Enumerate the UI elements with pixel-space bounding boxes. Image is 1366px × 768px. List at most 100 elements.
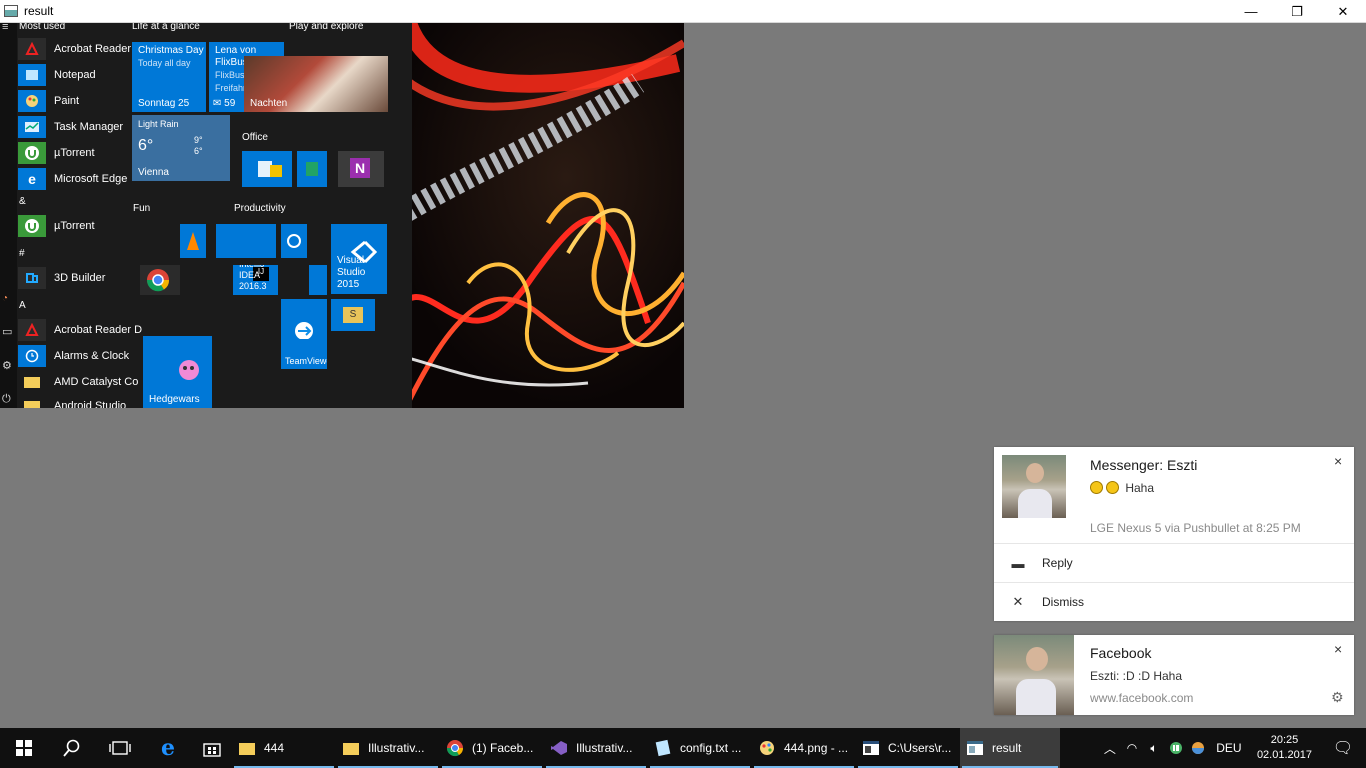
dismiss-button[interactable]: ✕ Dismiss [994, 582, 1354, 621]
volume-icon[interactable]: 🔈︎ [1143, 741, 1165, 756]
tile-teamviewer[interactable]: TeamViewer [281, 299, 327, 369]
app-label: µTorrent [54, 220, 95, 232]
app-android-studio[interactable]: Android Studio [18, 395, 142, 408]
tile-excel[interactable] [297, 151, 327, 187]
window-title-bar: result — ❐ ✕ [0, 0, 1366, 23]
taskbar-app-notepad[interactable]: config.txt ... [648, 728, 752, 768]
taskbar-app-result[interactable]: result [960, 728, 1060, 768]
taskbar-app-visual-studio[interactable]: Illustrativ... [544, 728, 648, 768]
reply-button[interactable]: ▬ Reply [994, 543, 1354, 582]
window-title: result [24, 4, 54, 18]
app-utorrent-2[interactable]: µTorrent [18, 215, 142, 237]
tile-calendar[interactable]: Christmas Day Today all day Sonntag 25 [132, 42, 206, 112]
folder-icon [18, 371, 46, 393]
calendar-date: Sonntag 25 [138, 98, 190, 109]
folder-icon [18, 395, 46, 408]
close-notification-button[interactable]: × [1334, 453, 1342, 469]
app-task-manager[interactable]: Task Manager [18, 116, 142, 138]
tile-group-play: Play and explore [289, 23, 364, 32]
sender-avatar [1002, 455, 1066, 518]
taskbar-app-444[interactable]: 444 [232, 728, 336, 768]
tile-weather[interactable]: Light Rain 6° 9° 6° Vienna [132, 115, 230, 181]
alarm-icon [18, 345, 46, 367]
laughing-emoji-icon [1090, 481, 1103, 494]
pushbullet-icon[interactable] [1165, 741, 1187, 755]
app-alarms-clock[interactable]: Alarms & Clock [18, 345, 142, 367]
tile-teamviewer-small[interactable] [281, 224, 307, 258]
search-button[interactable] [48, 728, 96, 768]
taskbar-app-explorer[interactable]: Illustrativ... [336, 728, 440, 768]
tile-photos[interactable]: Nachten [244, 56, 388, 112]
notification-messenger[interactable]: Messenger: Eszti Haha LGE Nexus 5 via Pu… [994, 447, 1354, 621]
onedrive-icon[interactable] [1187, 741, 1209, 755]
app-label: Paint [54, 95, 80, 107]
taskbar-app-label: config.txt ... [680, 741, 742, 755]
clock[interactable]: 20:25 02.01.2017 [1249, 733, 1320, 763]
tile-app-small[interactable] [216, 224, 276, 258]
clock-date: 02.01.2017 [1256, 749, 1312, 761]
tile-group-productivity: Productivity [234, 203, 286, 214]
settings-icon[interactable]: ⚙ [2, 359, 12, 372]
chevron-up-icon[interactable]: ︿ [1099, 740, 1121, 757]
app-label: Alarms & Clock [54, 350, 130, 362]
app-microsoft-edge[interactable]: e Microsoft Edge [18, 168, 142, 190]
notification-title: Messenger: Eszti [1090, 457, 1198, 473]
tile-office-apps[interactable] [242, 151, 292, 187]
app-utorrent[interactable]: µTorrent [18, 142, 142, 164]
hamburger-icon[interactable]: ≡ [2, 23, 8, 33]
tile-intellij[interactable]: IJ IntelliJ IDEA2016.3 [233, 265, 278, 295]
taskbar-app-label: result [992, 741, 1022, 755]
notepad-icon [655, 739, 671, 757]
app-notepad[interactable]: Notepad [18, 64, 142, 86]
power-icon[interactable]: ⏻ [2, 393, 11, 406]
restore-button[interactable]: ❐ [1274, 0, 1320, 23]
weather-city: Vienna [138, 167, 169, 178]
tile-visual-studio[interactable]: Visual Studio 2015 [331, 224, 387, 294]
calendar-event: Christmas Day [138, 45, 204, 56]
taskbar-app-paint[interactable]: 444.png - ... [752, 728, 856, 768]
close-button[interactable]: ✕ [1320, 0, 1366, 23]
edge-taskbar-button[interactable]: e [144, 728, 192, 768]
task-view-button[interactable] [96, 728, 144, 768]
gear-icon[interactable]: ⚙ [1331, 689, 1344, 706]
app-s-icon: S [343, 307, 363, 323]
intellij-version: 2016.3 [239, 281, 267, 291]
notification-title: Facebook [1090, 645, 1152, 661]
mail-count: ✉ 59 [213, 98, 236, 109]
taskbar-app-console[interactable]: C:\Users\r... [856, 728, 960, 768]
notification-facebook[interactable]: Facebook Eszti: :D :D Haha www.facebook.… [994, 635, 1354, 715]
group-hash: # [19, 248, 25, 259]
visual-studio-icon [551, 741, 567, 755]
tile-app-narrow[interactable] [309, 265, 327, 295]
tile-chrome[interactable] [140, 265, 180, 295]
group-most-used: Most used [19, 23, 66, 32]
input-language[interactable]: DEU [1209, 741, 1249, 755]
store-taskbar-button[interactable] [192, 728, 232, 768]
weather-condition: Light Rain [138, 119, 179, 129]
weather-temp: 6° [138, 137, 154, 154]
app-amd-catalyst[interactable]: AMD Catalyst Co [18, 371, 142, 393]
taskbar-app-chrome[interactable]: (1) Faceb... [440, 728, 544, 768]
app-3d-builder[interactable]: 3D Builder [18, 267, 142, 289]
app-paint[interactable]: Paint [18, 90, 142, 112]
tile-onenote[interactable]: N [338, 151, 384, 187]
app-acrobat-reader-2[interactable]: Acrobat Reader DC [18, 319, 142, 341]
app-label: Notepad [54, 69, 96, 81]
close-notification-button[interactable]: × [1334, 641, 1342, 657]
start-button[interactable] [0, 728, 48, 768]
app-acrobat-reader[interactable]: Acrobat Reader DC [18, 38, 142, 60]
tile-group-office: Office [242, 132, 268, 143]
task-manager-icon [18, 116, 46, 138]
tile-app-s[interactable]: S [331, 299, 375, 331]
network-icon[interactable]: ◠ [1121, 741, 1143, 755]
tile-vlc[interactable] [180, 224, 206, 258]
minimize-button[interactable]: — [1228, 0, 1274, 23]
user-avatar-icon[interactable]: ◔ [2, 293, 8, 304]
dismiss-label: Dismiss [1042, 595, 1084, 609]
tile-hedgewars[interactable]: Hedgewars [143, 336, 212, 408]
action-center-icon[interactable]: 🗨︎ [1320, 738, 1366, 758]
file-explorer-icon[interactable]: ▭ [2, 325, 12, 338]
intellij-label: IntelliJ IDEA [239, 265, 265, 280]
utorrent-icon [18, 142, 46, 164]
task-view-icon [109, 741, 131, 755]
